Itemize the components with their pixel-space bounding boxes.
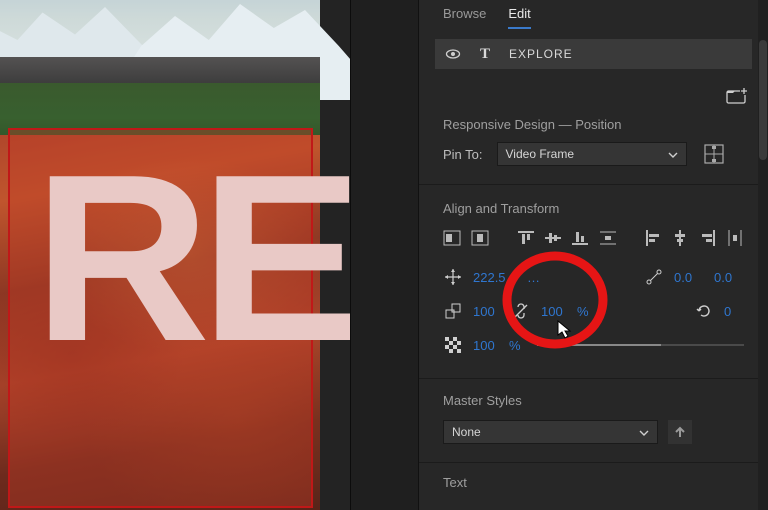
opacity-value[interactable]: 100: [473, 338, 501, 353]
text-layer-icon: T: [477, 46, 493, 62]
opacity-unit: %: [509, 338, 521, 353]
panel-scrollbar-thumb[interactable]: [759, 40, 767, 160]
tab-browse[interactable]: Browse: [443, 6, 486, 29]
rotation-icon: [694, 301, 714, 321]
align-top-button[interactable]: [517, 228, 534, 248]
align-horizontal-center-button[interactable]: [471, 228, 489, 248]
pin-to-dropdown[interactable]: Video Frame: [497, 142, 687, 166]
essential-graphics-panel: Browse Edit T EXPLORE Responsive Design …: [418, 0, 768, 510]
pin-grid-icon[interactable]: [703, 143, 725, 165]
master-styles-dropdown[interactable]: None: [443, 420, 658, 444]
scale-icon: [443, 301, 463, 321]
align-button-row: [419, 216, 768, 254]
panel-tabs: Browse Edit: [419, 0, 768, 29]
responsive-design-title: Responsive Design — Position: [419, 117, 768, 132]
new-layer-icon[interactable]: [726, 87, 748, 105]
constrain-proportions-icon[interactable]: [511, 301, 531, 321]
opacity-slider[interactable]: [537, 344, 744, 346]
position-y-value[interactable]: …: [527, 270, 565, 285]
scale-width-value[interactable]: 100: [473, 304, 501, 319]
master-styles-value: None: [452, 425, 481, 439]
text-section-title: Text: [419, 475, 768, 490]
align-vcenter-button[interactable]: [544, 228, 561, 248]
master-styles-title: Master Styles: [419, 393, 768, 408]
chevron-down-icon: [639, 427, 649, 437]
distribute-horizontal-button[interactable]: [727, 228, 744, 248]
align-bottom-button[interactable]: [572, 228, 589, 248]
push-to-master-button[interactable]: [668, 420, 692, 444]
rotation-value[interactable]: 0: [724, 304, 744, 319]
pin-to-label: Pin To:: [443, 147, 483, 162]
anchor-point-icon: [644, 267, 664, 287]
transform-controls: 222.5 … 0.0 0.0 100 100 %: [419, 254, 768, 378]
canvas-text-layer[interactable]: RE: [33, 140, 350, 378]
visibility-toggle-icon[interactable]: [445, 46, 461, 62]
layer-row-explore[interactable]: T EXPLORE: [435, 39, 752, 69]
align-horizontal-left-button[interactable]: [443, 228, 461, 248]
chevron-down-icon: [668, 149, 678, 159]
position-x-value[interactable]: 222.5: [473, 270, 517, 285]
anchor-x-value[interactable]: 0.0: [674, 270, 704, 285]
program-monitor[interactable]: RE: [0, 0, 350, 510]
panel-gap: [350, 0, 418, 510]
align-right-button[interactable]: [699, 228, 716, 248]
tab-edit[interactable]: Edit: [508, 6, 530, 29]
align-transform-title: Align and Transform: [419, 201, 768, 216]
opacity-icon: [443, 335, 463, 355]
align-left-button[interactable]: [644, 228, 661, 248]
scale-height-value[interactable]: 100: [541, 304, 569, 319]
scale-unit: %: [577, 304, 589, 319]
distribute-vertical-button[interactable]: [599, 228, 616, 248]
anchor-y-value[interactable]: 0.0: [714, 270, 744, 285]
align-hcenter-button[interactable]: [672, 228, 689, 248]
app-root: RE Browse Edit T EXPLORE Responsive Desi…: [0, 0, 768, 510]
position-icon: [443, 267, 463, 287]
layer-name-label: EXPLORE: [509, 47, 573, 61]
pin-to-value: Video Frame: [506, 147, 574, 161]
